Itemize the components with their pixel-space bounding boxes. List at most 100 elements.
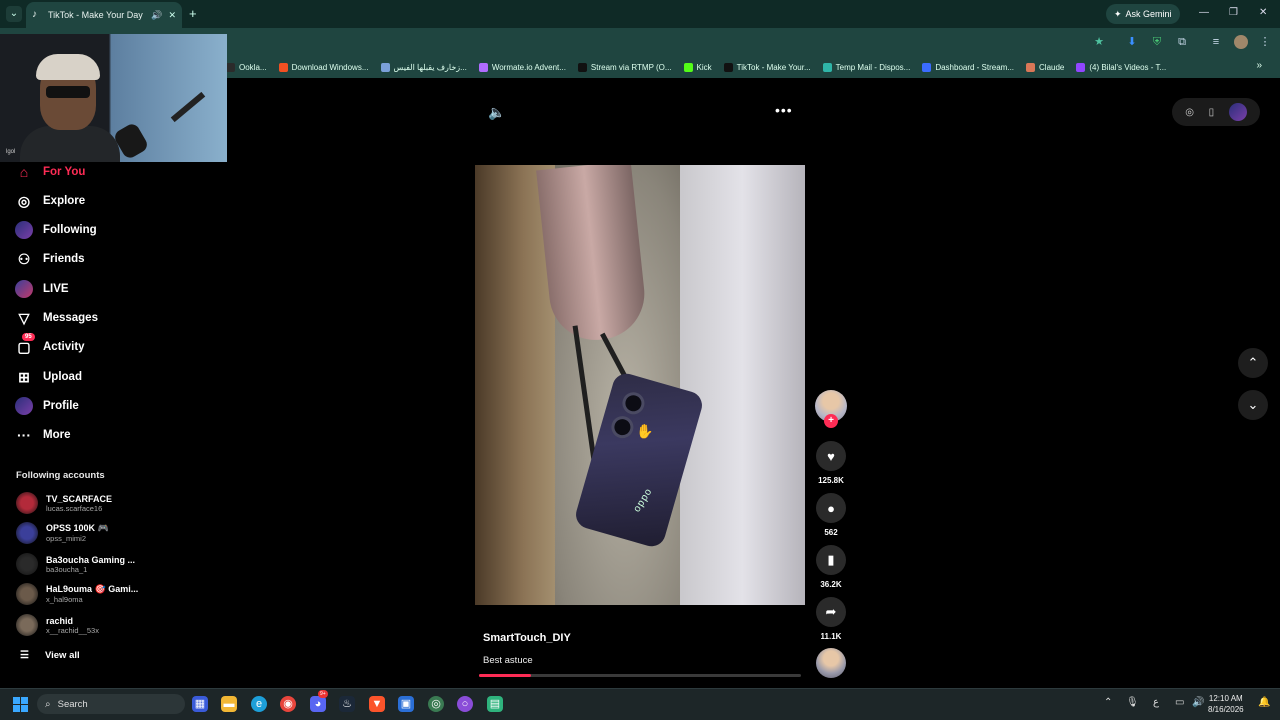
maximize-icon[interactable]: ❐: [1229, 7, 1238, 18]
sidebar-item-live[interactable]: LIVE: [15, 278, 69, 300]
bookmark-item[interactable]: Ookla...: [226, 62, 267, 72]
bookmark-label: Stream via RTMP (O...: [590, 62, 672, 72]
comment-icon[interactable]: ●: [816, 493, 846, 523]
more-options-icon[interactable]: •••: [775, 102, 793, 118]
previous-video-button[interactable]: ⌃: [1238, 348, 1268, 378]
sidebar-item-more[interactable]: ··· More: [15, 424, 70, 446]
speaker-icon[interactable]: 🔊: [151, 10, 162, 21]
tab-tiktok[interactable]: ♪ TikTok - Make Your Day 🔊 ✕: [26, 2, 182, 28]
sidebar-item-friends[interactable]: ⚇ Friends: [15, 248, 85, 270]
following-account[interactable]: OPSS 100K 🎮 opss_mimi2: [16, 522, 109, 544]
new-tab-button[interactable]: +: [189, 6, 197, 21]
video-player[interactable]: oppo: [475, 165, 805, 605]
view-all-button[interactable]: ☰ View all: [20, 650, 80, 661]
bookmark-favicon-icon: [822, 62, 832, 72]
download-icon[interactable]: ⬇: [1125, 35, 1139, 49]
sidebar-item-profile[interactable]: Profile: [15, 395, 79, 417]
volume-icon[interactable]: 🔈: [488, 104, 505, 121]
comment-action[interactable]: ● 562: [813, 493, 849, 537]
creator-avatar[interactable]: +: [815, 390, 847, 428]
sidebar-item-label: Messages: [43, 312, 98, 324]
ask-gemini-button[interactable]: ✦ Ask Gemini: [1106, 4, 1180, 24]
sidebar-item-label: For You: [43, 166, 86, 178]
sidebar-item-for-you[interactable]: ⌂ For You: [15, 161, 86, 183]
like-action[interactable]: ♥ 125.8K: [813, 441, 849, 485]
notification-icon[interactable]: 🔔: [1258, 697, 1270, 708]
bookmark-favicon-icon: [1026, 62, 1036, 72]
follow-plus-icon[interactable]: +: [824, 414, 838, 428]
sidebar-item-upload[interactable]: ⊞ Upload: [15, 366, 82, 388]
video-author[interactable]: SmartTouch_DIY: [483, 632, 571, 644]
store-icon[interactable]: ▦: [192, 696, 208, 712]
close-window-icon[interactable]: ✕: [1259, 7, 1267, 18]
menu-icon[interactable]: ⋮: [1258, 35, 1272, 49]
following-account[interactable]: TV_SCARFACE lucas.scarface16: [16, 492, 112, 514]
obs-icon[interactable]: ○: [457, 696, 473, 712]
tab-title: TikTok - Make Your Day: [48, 10, 143, 20]
video-progress-bar[interactable]: [479, 674, 801, 677]
share-count: 11.1K: [820, 632, 842, 641]
windows-start-icon[interactable]: [13, 697, 28, 712]
network-icon[interactable]: ▭: [1175, 697, 1184, 708]
tray-overflow-icon[interactable]: ⌃: [1104, 697, 1112, 708]
account-handle: x__rachid__53x: [46, 625, 99, 635]
media-control-icon[interactable]: ≡: [1209, 35, 1223, 49]
steam-icon[interactable]: ♨: [339, 696, 355, 712]
share-icon[interactable]: ➦: [816, 597, 846, 627]
bookmarks-overflow-icon[interactable]: »: [1256, 60, 1262, 71]
user-avatar[interactable]: [1228, 103, 1247, 121]
bookmark-item[interactable]: Dashboard - Stream...: [922, 62, 1014, 72]
volume-tray-icon[interactable]: 🔊: [1192, 697, 1204, 708]
language-indicator[interactable]: ع: [1153, 697, 1159, 708]
app-icon[interactable]: ▣: [398, 696, 414, 712]
device-icon[interactable]: ▯: [1209, 107, 1215, 118]
view-all-label: View all: [44, 650, 80, 661]
following-account[interactable]: rachid x__rachid__53x: [16, 614, 99, 636]
bookmark-favicon-icon: [577, 62, 587, 72]
compass-icon[interactable]: ◎: [1185, 107, 1194, 118]
next-video-button[interactable]: ⌄: [1238, 390, 1268, 420]
music-disc-avatar[interactable]: [816, 648, 846, 678]
share-action[interactable]: ➦ 11.1K: [813, 597, 849, 641]
taskbar-clock[interactable]: 12:10 AM 8/16/2026: [1208, 693, 1244, 715]
tab-search-button[interactable]: ⌄: [6, 6, 22, 22]
sidebar-item-messages[interactable]: ▽ Messages: [15, 307, 98, 329]
chrome-icon[interactable]: ◉: [280, 696, 296, 712]
bookmark-item[interactable]: زخارف يقبلها الفيس...: [380, 62, 467, 72]
bookmark-star-icon[interactable]: ★: [1092, 35, 1106, 49]
close-tab-icon[interactable]: ✕: [168, 10, 176, 21]
bookmark-item[interactable]: Download Windows...: [278, 62, 369, 72]
bookmark-item[interactable]: Kick: [683, 62, 712, 72]
shield-icon[interactable]: ⛨: [1150, 35, 1164, 49]
bookmark-item[interactable]: Claude: [1026, 62, 1064, 72]
bookmark-item[interactable]: Stream via RTMP (O...: [577, 62, 672, 72]
discord-icon[interactable]: ◕ 9+: [310, 690, 328, 712]
heart-icon[interactable]: ♥: [816, 441, 846, 471]
following-account[interactable]: HaL9ouma 🎯 Gami... x_hal9oma: [16, 583, 138, 605]
sidebar-item-explore[interactable]: ◎ Explore: [15, 190, 85, 212]
bookmark-favicon-icon: [380, 62, 390, 72]
extensions-icon[interactable]: ⧉: [1175, 35, 1189, 49]
file-explorer-icon[interactable]: ▬: [221, 696, 237, 712]
microphone-icon[interactable]: 🎙: [1126, 697, 1139, 708]
taskbar-search[interactable]: ⌕ Search: [37, 694, 185, 714]
save-action[interactable]: ▮ 36.2K: [813, 545, 849, 589]
comment-count: 562: [824, 528, 838, 537]
bookmark-item[interactable]: Temp Mail - Dispos...: [822, 62, 910, 72]
taskbar-search-label: Search: [57, 698, 88, 710]
following-account[interactable]: Ba3oucha Gaming ... ba3oucha_1: [16, 553, 135, 575]
account-handle: opss_mimi2: [46, 534, 87, 543]
bookmark-item[interactable]: (4) Bilal's Videos - T...: [1076, 62, 1166, 72]
android-app-icon[interactable]: ▤: [487, 696, 503, 712]
sidebar-item-label: More: [43, 429, 71, 441]
bookmark-item[interactable]: TikTok - Make Your...: [723, 62, 811, 72]
bookmark-icon[interactable]: ▮: [816, 545, 846, 575]
minimize-icon[interactable]: —: [1199, 7, 1209, 18]
sidebar-item-following[interactable]: Following: [15, 219, 97, 241]
brave-icon[interactable]: ▼: [369, 696, 385, 712]
profile-avatar-icon[interactable]: [1234, 35, 1248, 49]
chrome-active-icon[interactable]: ◎: [428, 696, 444, 712]
bookmark-item[interactable]: Wormate.io Advent...: [478, 62, 566, 72]
edge-icon[interactable]: e: [251, 696, 267, 712]
sidebar-item-activity[interactable]: ▢ 95 Activity: [15, 333, 85, 358]
